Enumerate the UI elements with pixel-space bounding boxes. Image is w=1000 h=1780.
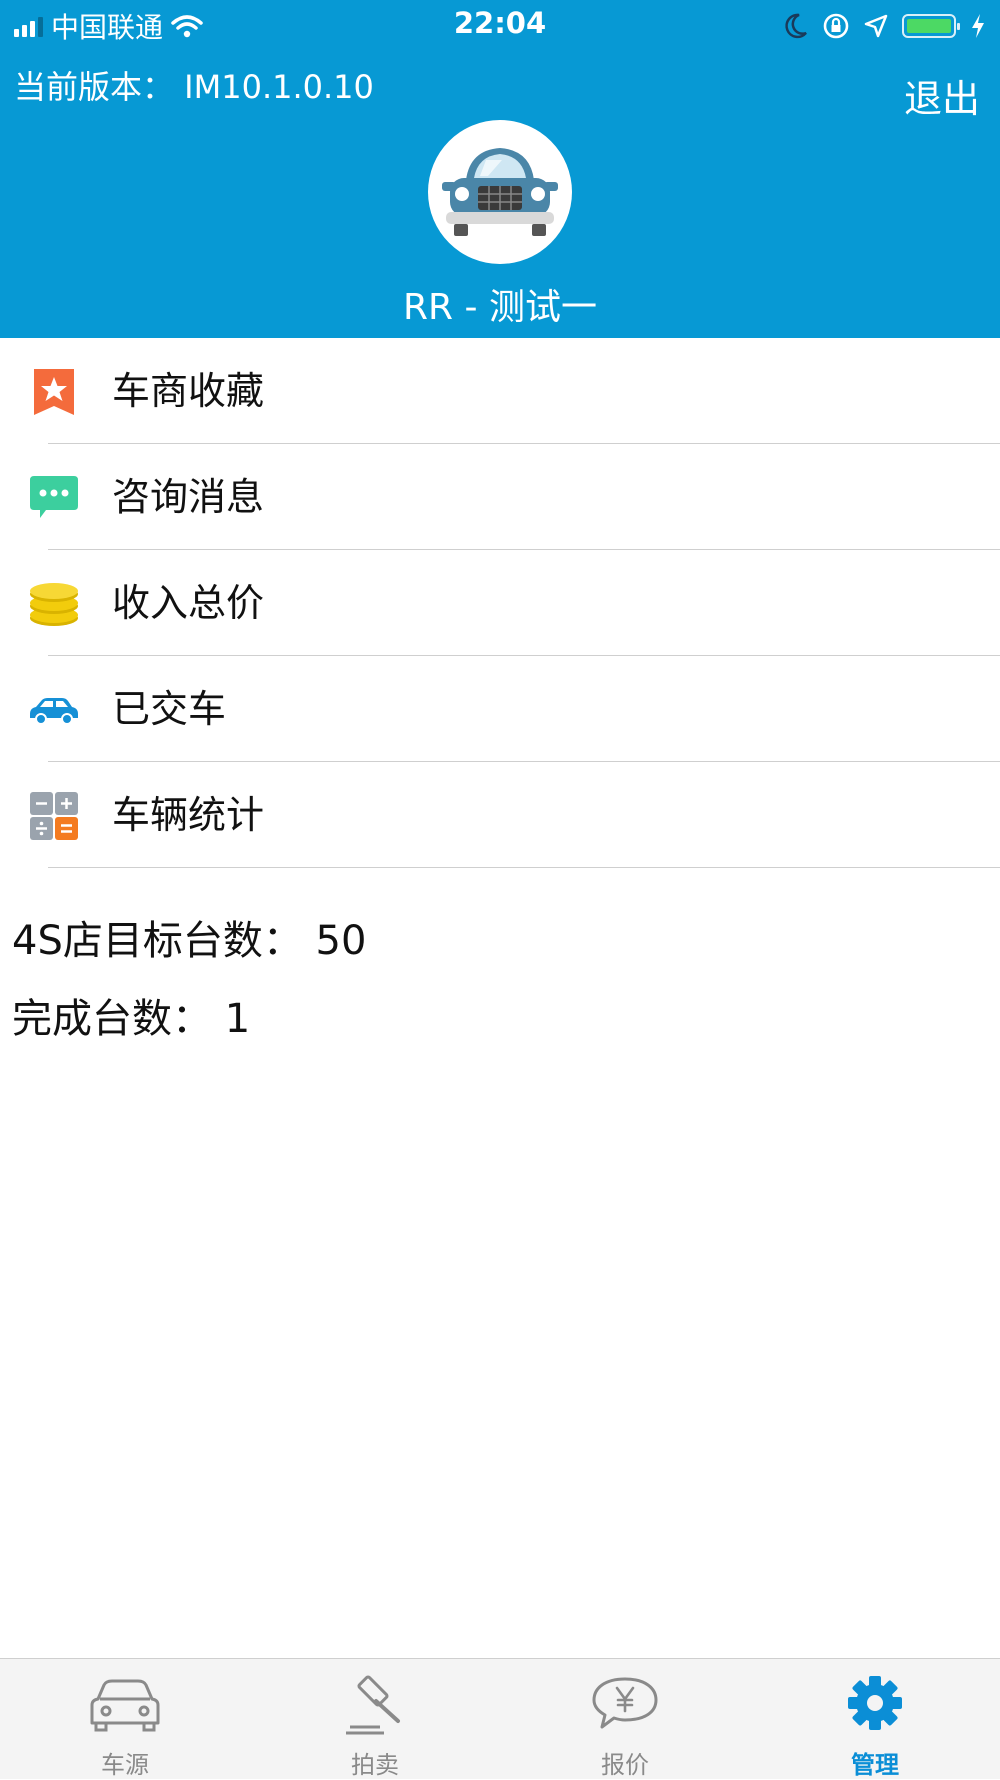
star-bookmark-icon — [34, 369, 74, 415]
chat-bubble-icon — [30, 476, 78, 518]
target-count-text: 4S店目标台数： 50 — [12, 918, 367, 964]
tab-label: 报价 — [601, 1751, 649, 1779]
tab-bar: 车源 拍卖 报价 管理 — [0, 1658, 1000, 1779]
menu-item-total-income[interactable]: 收入总价 — [0, 550, 1000, 656]
completed-count-text: 完成台数： 1 — [12, 996, 251, 1042]
rotation-lock-icon — [823, 13, 849, 39]
menu-item-delivered-cars[interactable]: 已交车 — [0, 656, 1000, 762]
tab-auction[interactable]: 拍卖 — [250, 1659, 500, 1779]
location-arrow-icon — [864, 14, 888, 38]
yen-bubble-icon — [592, 1677, 658, 1729]
username-label: RR - 测试一 — [403, 287, 597, 328]
menu-item-dealer-favorites[interactable]: 车商收藏 — [0, 338, 1000, 444]
car-icon — [30, 698, 78, 725]
tab-quote[interactable]: 报价 — [500, 1659, 750, 1779]
tab-label: 拍卖 — [351, 1751, 399, 1779]
charging-bolt-icon — [972, 14, 984, 38]
menu-item-label: 收入总价 — [112, 581, 265, 625]
avatar[interactable] — [428, 120, 572, 264]
tab-label: 车源 — [101, 1751, 149, 1779]
car-avatar-icon — [442, 148, 558, 236]
battery-icon — [902, 14, 960, 38]
car-outline-icon — [90, 1679, 160, 1732]
menu-item-vehicle-statistics[interactable]: 车辆统计 — [0, 762, 1000, 868]
menu-item-label: 车辆统计 — [112, 793, 265, 837]
tab-management[interactable]: 管理 — [750, 1659, 1000, 1779]
menu-item-inquiry-messages[interactable]: 咨询消息 — [0, 444, 1000, 550]
tab-car-source[interactable]: 车源 — [0, 1659, 250, 1779]
divider — [48, 867, 1000, 868]
battery-fill — [907, 19, 951, 33]
moon-icon — [785, 13, 807, 39]
coins-icon — [30, 583, 78, 626]
gear-icon — [848, 1676, 902, 1730]
status-bar: 中国联通 22:04 — [0, 0, 1000, 50]
calculator-icon — [30, 792, 78, 840]
tab-label: 管理 — [851, 1751, 899, 1779]
menu-item-label: 已交车 — [112, 687, 227, 731]
logout-button[interactable]: 退出 — [904, 68, 980, 123]
status-bar-right — [784, 8, 986, 44]
menu-item-label: 咨询消息 — [112, 475, 265, 519]
profile-header: 中国联通 22:04 当前版本： IM10.1.0.10 退出 RR - 测试一 — [0, 0, 1000, 338]
version-label: 当前版本： IM10.1.0.10 — [14, 68, 374, 106]
management-menu: 车商收藏 咨询消息 收入总价 已交车 车辆统计 — [0, 338, 1000, 868]
gavel-icon — [346, 1675, 400, 1735]
menu-item-label: 车商收藏 — [112, 369, 265, 413]
